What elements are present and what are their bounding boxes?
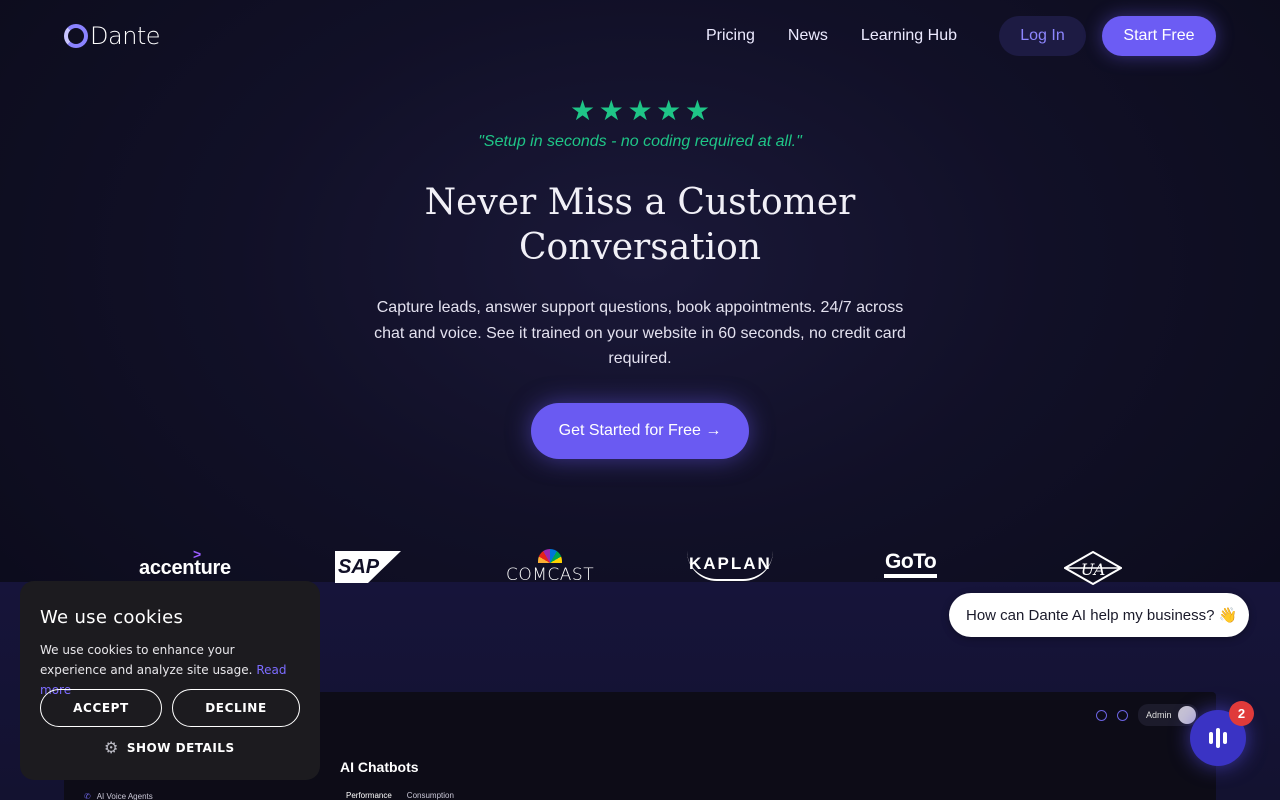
- sidebar-item-label: AI Voice Agents: [96, 792, 153, 800]
- dashboard-tabs: Performance Consumption: [346, 791, 454, 800]
- start-free-button[interactable]: Start Free: [1102, 16, 1216, 56]
- nav-link-learning-hub[interactable]: Learning Hub: [861, 26, 957, 46]
- dashboard-topbar: Admin: [1096, 704, 1198, 726]
- admin-label: Admin: [1146, 710, 1172, 720]
- hero-subtext: Capture leads, answer support questions,…: [374, 299, 906, 367]
- cookie-title: We use cookies: [40, 607, 184, 628]
- voice-bars-icon: [1209, 728, 1227, 748]
- bell-icon: [1117, 709, 1128, 721]
- sidebar-item-voice-agents: ✆ AI Voice Agents: [84, 792, 153, 800]
- accenture-logo: > accenture: [139, 546, 231, 580]
- brand-logo[interactable]: Dante: [64, 22, 161, 50]
- login-button[interactable]: Log In: [999, 16, 1086, 56]
- get-started-button[interactable]: Get Started for Free →: [531, 403, 749, 459]
- tab-performance: Performance: [346, 791, 392, 800]
- cookie-description: We use cookies to enhance your experienc…: [40, 643, 253, 677]
- testimonial-quote: "Setup in seconds - no coding required a…: [478, 133, 802, 150]
- star-icon: ★: [684, 95, 710, 126]
- sap-logo: SAP: [335, 551, 401, 583]
- comcast-wordmark: COMCAST: [506, 565, 595, 585]
- show-details-label: SHOW DETAILS: [126, 741, 235, 755]
- cookie-banner: We use cookies We use cookies to enhance…: [20, 581, 320, 780]
- hero-headline: Never Miss a Customer Conversation: [424, 182, 856, 268]
- dante-logo-icon: [64, 24, 88, 48]
- nav-link-news[interactable]: News: [788, 26, 828, 46]
- comcast-logo: COMCAST: [506, 549, 594, 585]
- tab-consumption: Consumption: [406, 791, 454, 800]
- dashboard-title: AI Chatbots: [340, 759, 419, 775]
- gear-icon: ⚙: [104, 738, 119, 757]
- top-nav: Dante Pricing News Learning Hub Log In S…: [0, 0, 1280, 72]
- avatar: [1177, 706, 1196, 724]
- info-icon: [1096, 709, 1107, 721]
- peacock-icon: [538, 549, 562, 563]
- star-icon: ★: [656, 95, 682, 126]
- kaplan-logo: KAPLAN: [687, 551, 773, 581]
- star-icon: ★: [570, 95, 596, 126]
- notification-badge: 2: [1229, 701, 1254, 726]
- accept-cookies-button[interactable]: ACCEPT: [40, 689, 162, 727]
- nav-links: Pricing News Learning Hub: [706, 26, 990, 46]
- svg-text:UA: UA: [1081, 560, 1106, 579]
- accenture-mark-icon: >: [193, 546, 201, 562]
- goto-logo: GoTo: [884, 550, 938, 578]
- cookie-buttons: ACCEPT DECLINE: [40, 689, 300, 727]
- phone-icon: ✆: [84, 792, 91, 800]
- accenture-wordmark: accenture: [139, 557, 231, 579]
- decline-cookies-button[interactable]: DECLINE: [172, 689, 300, 727]
- star-icon: ★: [627, 95, 653, 126]
- universal-audio-logo-icon: UA: [1062, 550, 1124, 586]
- show-details-button[interactable]: ⚙ SHOW DETAILS: [104, 740, 235, 756]
- star-icon: ★: [598, 95, 624, 126]
- chat-prompt-bubble[interactable]: How can Dante AI help my business? 👋: [949, 593, 1249, 637]
- admin-chip: Admin: [1138, 704, 1198, 726]
- rating-stars: ★ ★ ★ ★ ★: [570, 96, 710, 126]
- brand-name: Dante: [90, 22, 161, 50]
- nav-link-pricing[interactable]: Pricing: [706, 26, 755, 46]
